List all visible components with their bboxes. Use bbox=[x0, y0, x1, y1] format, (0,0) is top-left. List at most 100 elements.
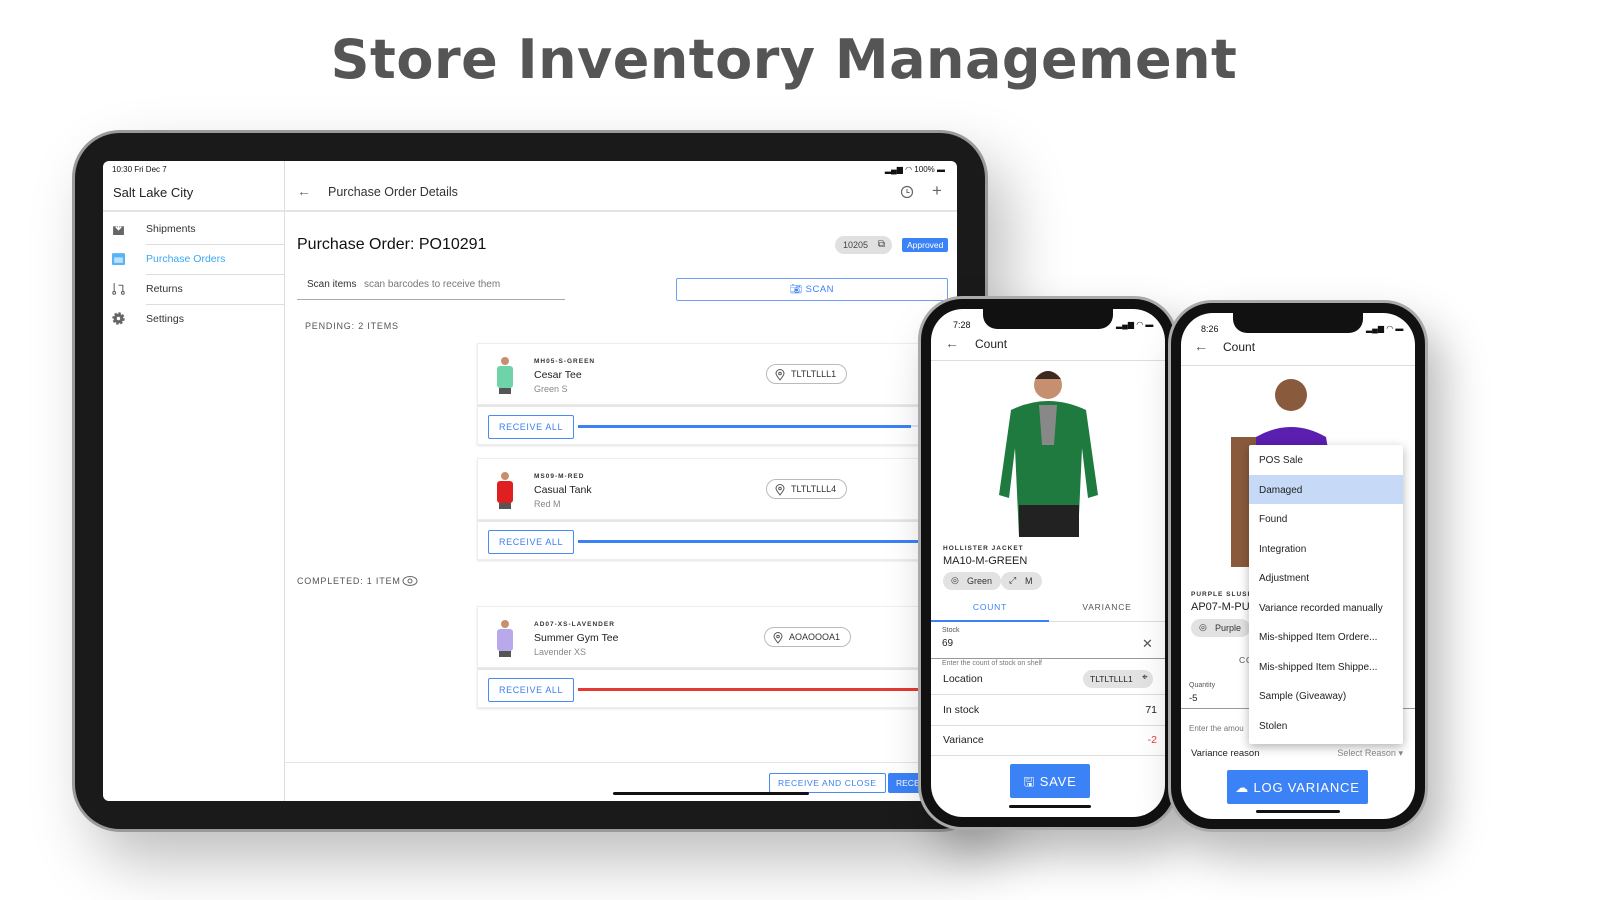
progress-fill bbox=[578, 688, 957, 691]
progress-track bbox=[578, 425, 957, 428]
sidebar-item-returns[interactable]: Returns bbox=[103, 275, 285, 305]
color-tag-label: Purple bbox=[1215, 623, 1242, 633]
product-thumbnail bbox=[497, 620, 513, 657]
cloud-upload-icon: ☁ bbox=[1235, 780, 1250, 795]
home-indicator bbox=[613, 792, 809, 795]
item-actions: RECEIVE ALL ✓25 received 20 or bbox=[477, 668, 957, 708]
item-variant: Red M bbox=[534, 499, 561, 509]
location-code: AOAOOOA1 bbox=[789, 632, 841, 642]
po-title: Purchase Order: PO10291 bbox=[297, 236, 487, 253]
sidebar-item-label: Purchase Orders bbox=[146, 253, 226, 265]
sidebar-item-settings[interactable]: Settings bbox=[103, 305, 285, 335]
menu-item[interactable]: Variance recorded manually bbox=[1249, 593, 1403, 623]
item-name: Cesar Tee bbox=[534, 369, 582, 381]
back-arrow-icon[interactable]: ← bbox=[945, 335, 959, 351]
completed-label: COMPLETED: 1 ITEM bbox=[297, 576, 401, 586]
progress-fill bbox=[578, 425, 912, 428]
palette-icon: ◎ bbox=[1199, 622, 1207, 632]
receive-and-close-button[interactable]: RECEIVE AND CLOSE bbox=[769, 773, 886, 793]
location-pin-icon: ⌖ bbox=[1142, 672, 1148, 683]
menu-item[interactable]: Damaged bbox=[1249, 474, 1403, 504]
quantity-value: -5 bbox=[1189, 693, 1198, 704]
menu-item[interactable]: Found bbox=[1249, 504, 1403, 534]
menu-item[interactable]: Adjustment bbox=[1249, 563, 1403, 593]
menu-item[interactable]: POS Sale bbox=[1249, 445, 1403, 475]
camera-icon: 📷︎ bbox=[789, 284, 803, 295]
scan-label: Scan items bbox=[307, 279, 357, 290]
log-variance-button[interactable]: ☁ LOG VARIANCE bbox=[1227, 770, 1368, 804]
item-sku: MH05-S-GREEN bbox=[534, 358, 596, 365]
save-button[interactable]: 🖫 SAVE bbox=[1010, 764, 1090, 798]
tab-variance[interactable]: VARIANCE bbox=[1049, 600, 1165, 622]
in-stock-value: 71 bbox=[1145, 704, 1157, 716]
scan-placeholder: scan barcodes to receive them bbox=[364, 279, 501, 290]
stock-value: 69 bbox=[942, 638, 954, 649]
location-chip[interactable]: TLTLTLLL4 bbox=[766, 479, 848, 499]
stock-input[interactable]: Stock 69 ✕ bbox=[931, 622, 1165, 659]
location-pin-icon bbox=[773, 632, 783, 644]
variance-reason-select[interactable]: Select Reason ▾ bbox=[1337, 748, 1403, 759]
sidebar-item-purchase-orders[interactable]: Purchase Orders bbox=[103, 245, 285, 275]
sidebar-item-label: Shipments bbox=[146, 223, 196, 235]
item-actions: RECEIVE ALL ✓50 received 55 or bbox=[477, 405, 957, 445]
sidebar-item-label: Returns bbox=[146, 283, 183, 295]
po-ref-chip[interactable]: 10205 ⧉ bbox=[835, 236, 893, 254]
sidebar: Salt Lake City Shipments Purchase Orders… bbox=[103, 161, 285, 801]
copy-icon[interactable]: ⧉ bbox=[878, 239, 885, 250]
location-chip[interactable]: AOAOOOA1 bbox=[764, 627, 852, 647]
stock-label: Stock bbox=[942, 627, 960, 634]
item-card: AD07-XS-LAVENDER Summer Gym Tee Lavender… bbox=[477, 606, 957, 668]
home-indicator bbox=[1256, 810, 1340, 813]
phone1-time: 7:28 bbox=[953, 320, 971, 330]
scan-button[interactable]: 📷︎ SCAN bbox=[676, 278, 948, 301]
location-chip[interactable]: TLTLTLLL1 ⌖ bbox=[1083, 670, 1153, 688]
back-arrow-icon[interactable]: ← bbox=[297, 183, 311, 199]
variance-reason-label: Variance reason bbox=[1191, 748, 1260, 759]
phone1-screen: 7:28 ▂▄▆ ◠ ▬ ← Count HOLLISTER JACKET MA… bbox=[931, 309, 1165, 817]
item-name: Casual Tank bbox=[534, 484, 592, 496]
sidebar-item-label: Settings bbox=[146, 313, 184, 325]
quantity-label: Quantity bbox=[1189, 682, 1216, 689]
scan-input[interactable]: Scan items scan barcodes to receive them bbox=[297, 271, 565, 300]
menu-item[interactable]: Sample (Giveaway) bbox=[1249, 681, 1403, 711]
product-thumbnail bbox=[497, 357, 513, 394]
sidebar-item-shipments[interactable]: Shipments bbox=[103, 215, 285, 245]
receive-all-button[interactable]: RECEIVE ALL bbox=[488, 530, 575, 554]
receive-all-button[interactable]: RECEIVE ALL bbox=[488, 415, 575, 439]
location-chip[interactable]: TLTLTLLL1 bbox=[766, 364, 848, 384]
location-code: TLTLTLLL1 bbox=[791, 369, 837, 379]
size-tag: ⤢ M bbox=[1001, 572, 1042, 590]
tab-count[interactable]: COUNT bbox=[931, 600, 1049, 622]
color-tag: ◎ Purple bbox=[1191, 619, 1251, 637]
page-title: Purchase Order Details bbox=[328, 185, 458, 199]
menu-item[interactable]: Stolen bbox=[1249, 711, 1403, 741]
item-variant: Lavender XS bbox=[534, 647, 587, 657]
location-label: Location bbox=[943, 673, 983, 685]
receive-all-button[interactable]: RECEIVE ALL bbox=[488, 678, 575, 702]
gear-icon bbox=[112, 312, 125, 325]
menu-item[interactable]: Integration bbox=[1249, 534, 1403, 564]
select-reason-placeholder: Select Reason bbox=[1337, 748, 1396, 758]
phone2-time: 8:26 bbox=[1201, 324, 1219, 334]
dropdown-caret-icon: ▾ bbox=[1398, 748, 1403, 758]
menu-item[interactable]: Mis-shipped Item Ordere... bbox=[1249, 622, 1403, 652]
product-sku: MA10-M-GREEN bbox=[943, 555, 1028, 567]
phone2-title: Count bbox=[1223, 340, 1256, 354]
log-variance-label: LOG VARIANCE bbox=[1253, 780, 1360, 795]
menu-item[interactable]: Mis-shipped Item Shippe... bbox=[1249, 652, 1403, 682]
item-name: Summer Gym Tee bbox=[534, 632, 619, 644]
add-plus-icon[interactable]: + bbox=[932, 181, 942, 201]
clear-x-icon[interactable]: ✕ bbox=[1142, 636, 1153, 652]
home-indicator bbox=[1009, 805, 1091, 808]
product-thumbnail bbox=[497, 472, 513, 509]
palette-icon: ◎ bbox=[951, 575, 959, 585]
inbox-download-icon bbox=[113, 222, 124, 235]
item-card: MH05-S-GREEN Cesar Tee Green S TLTLTLLL1… bbox=[477, 343, 957, 405]
scan-button-label: SCAN bbox=[805, 284, 835, 295]
back-arrow-icon[interactable]: ← bbox=[1194, 338, 1208, 354]
status-badge: Approved bbox=[902, 238, 949, 252]
eye-icon[interactable] bbox=[402, 575, 418, 587]
history-clock-icon[interactable] bbox=[900, 185, 914, 199]
color-tag: ◎ Green bbox=[943, 572, 1002, 590]
color-tag-label: Green bbox=[967, 576, 993, 586]
